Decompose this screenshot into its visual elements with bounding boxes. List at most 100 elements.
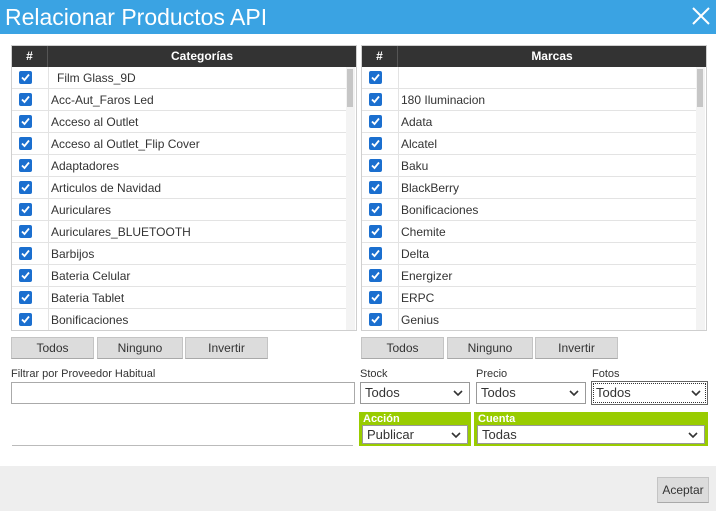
checkbox-checked-icon[interactable] xyxy=(369,115,382,128)
checkbox-checked-icon[interactable] xyxy=(369,159,382,172)
checkbox-checked-icon[interactable] xyxy=(19,159,32,172)
precio-select[interactable]: Todos xyxy=(476,382,586,404)
checkbox-checked-icon[interactable] xyxy=(369,71,382,84)
categorias-hash-header: # xyxy=(12,46,48,67)
checkbox-checked-icon[interactable] xyxy=(369,269,382,282)
marca-row[interactable]: Alcatel xyxy=(362,133,696,155)
marcas-ninguno-button[interactable]: Ninguno xyxy=(447,337,533,359)
checkbox-checked-icon[interactable] xyxy=(369,225,382,238)
close-icon[interactable] xyxy=(690,5,712,27)
chevron-down-icon xyxy=(451,432,461,439)
categoria-row[interactable]: Adaptadores xyxy=(12,155,346,177)
checkbox-checked-icon[interactable] xyxy=(369,291,382,304)
checkbox-checked-icon[interactable] xyxy=(19,71,32,84)
checkbox-checked-icon[interactable] xyxy=(19,247,32,260)
column-separator xyxy=(48,243,49,264)
checkbox-checked-icon[interactable] xyxy=(19,115,32,128)
marca-row-label: BlackBerry xyxy=(401,181,460,195)
accion-label: Acción xyxy=(363,413,400,425)
stock-select-value: Todos xyxy=(365,385,400,400)
checkbox-checked-icon[interactable] xyxy=(19,269,32,282)
categoria-row[interactable]: Bateria Celular xyxy=(12,265,346,287)
marcas-column-header: Marcas xyxy=(531,49,573,63)
marca-row[interactable]: Bonificaciones xyxy=(362,199,696,221)
checkbox-checked-icon[interactable] xyxy=(19,137,32,150)
marcas-header: # Marcas xyxy=(362,46,706,67)
categoria-row-label: Acc-Aut_Faros Led xyxy=(51,93,154,107)
categoria-row-label: Articulos de Navidad xyxy=(51,181,162,195)
checkbox-checked-icon[interactable] xyxy=(369,247,382,260)
fotos-select-value: Todos xyxy=(596,385,631,400)
marca-row[interactable]: ERPC xyxy=(362,287,696,309)
cuenta-box: Cuenta Todas xyxy=(474,412,708,446)
checkbox-checked-icon[interactable] xyxy=(19,313,32,326)
marca-row[interactable]: Delta xyxy=(362,243,696,265)
categoria-row[interactable]: Acceso al Outlet xyxy=(12,111,346,133)
categorias-ninguno-button[interactable]: Ninguno xyxy=(97,337,183,359)
marca-row[interactable]: BlackBerry xyxy=(362,177,696,199)
checkbox-checked-icon[interactable] xyxy=(369,313,382,326)
categorias-panel: # Categorías Film Glass_9D Acc-Aut_Faros … xyxy=(11,45,357,331)
categoria-row[interactable]: Film Glass_9D xyxy=(12,67,346,89)
marcas-panel: # Marcas 180 Iluminacion Adata Alcatel Baku… xyxy=(361,45,707,331)
scrollbar-thumb[interactable] xyxy=(347,69,353,107)
stock-select[interactable]: Todos xyxy=(360,382,470,404)
marca-row[interactable]: Genius xyxy=(362,309,696,330)
accion-select[interactable]: Publicar xyxy=(362,425,468,444)
categoria-row-label: Bateria Tablet xyxy=(51,291,125,305)
categoria-row[interactable]: Acceso al Outlet_Flip Cover xyxy=(12,133,346,155)
categoria-row[interactable]: Bateria Tablet xyxy=(12,287,346,309)
divider xyxy=(12,445,353,446)
aceptar-button[interactable]: Aceptar xyxy=(657,477,709,503)
column-separator xyxy=(398,67,399,88)
accion-box: Acción Publicar xyxy=(359,412,471,446)
checkbox-checked-icon[interactable] xyxy=(19,225,32,238)
marcas-todos-button[interactable]: Todos xyxy=(361,337,444,359)
column-separator xyxy=(48,199,49,220)
checkbox-checked-icon[interactable] xyxy=(369,203,382,216)
categoria-row[interactable]: Auriculares_BLUETOOTH xyxy=(12,221,346,243)
categoria-row[interactable]: Auriculares xyxy=(12,199,346,221)
marca-row[interactable]: 180 Iluminacion xyxy=(362,89,696,111)
scrollbar-thumb[interactable] xyxy=(697,69,703,107)
column-separator xyxy=(48,67,49,88)
column-separator xyxy=(48,155,49,176)
categorias-todos-button[interactable]: Todos xyxy=(11,337,94,359)
proveedor-input[interactable] xyxy=(11,382,355,404)
marca-row-label: ERPC xyxy=(401,291,435,305)
fotos-select[interactable]: Todos xyxy=(591,381,708,405)
categoria-row[interactable]: Articulos de Navidad xyxy=(12,177,346,199)
categoria-row[interactable]: Acc-Aut_Faros Led xyxy=(12,89,346,111)
marcas-scrollbar[interactable] xyxy=(696,67,705,330)
cuenta-select[interactable]: Todas xyxy=(477,425,705,444)
marca-row-label: Bonificaciones xyxy=(401,203,479,217)
categorias-invertir-button[interactable]: Invertir xyxy=(185,337,268,359)
checkbox-checked-icon[interactable] xyxy=(19,93,32,106)
checkbox-checked-icon[interactable] xyxy=(369,181,382,194)
categoria-row[interactable]: Bonificaciones xyxy=(12,309,346,330)
column-separator xyxy=(48,111,49,132)
categoria-row[interactable]: Barbijos xyxy=(12,243,346,265)
marca-row[interactable]: Adata xyxy=(362,111,696,133)
categorias-scrollbar[interactable] xyxy=(346,67,355,330)
marca-row[interactable] xyxy=(362,67,696,89)
checkbox-checked-icon[interactable] xyxy=(19,203,32,216)
checkbox-checked-icon[interactable] xyxy=(19,291,32,304)
categoria-row-label: Acceso al Outlet xyxy=(51,115,139,129)
marcas-hash-header: # xyxy=(362,46,398,67)
marcas-invertir-button[interactable]: Invertir xyxy=(535,337,618,359)
checkbox-checked-icon[interactable] xyxy=(369,93,382,106)
column-separator xyxy=(398,133,399,154)
title-bar: Relacionar Productos API xyxy=(0,0,716,34)
marca-row[interactable]: Energizer xyxy=(362,265,696,287)
stock-label: Stock xyxy=(360,368,388,380)
marca-row[interactable]: Baku xyxy=(362,155,696,177)
categoria-row-label: Auriculares_BLUETOOTH xyxy=(51,225,191,239)
marca-row[interactable]: Chemite xyxy=(362,221,696,243)
marca-row-label: Genius xyxy=(401,313,440,327)
checkbox-checked-icon[interactable] xyxy=(19,181,32,194)
column-separator xyxy=(48,287,49,308)
marca-row-label: Adata xyxy=(401,115,433,129)
marca-row-label: Alcatel xyxy=(401,137,438,151)
checkbox-checked-icon[interactable] xyxy=(369,137,382,150)
